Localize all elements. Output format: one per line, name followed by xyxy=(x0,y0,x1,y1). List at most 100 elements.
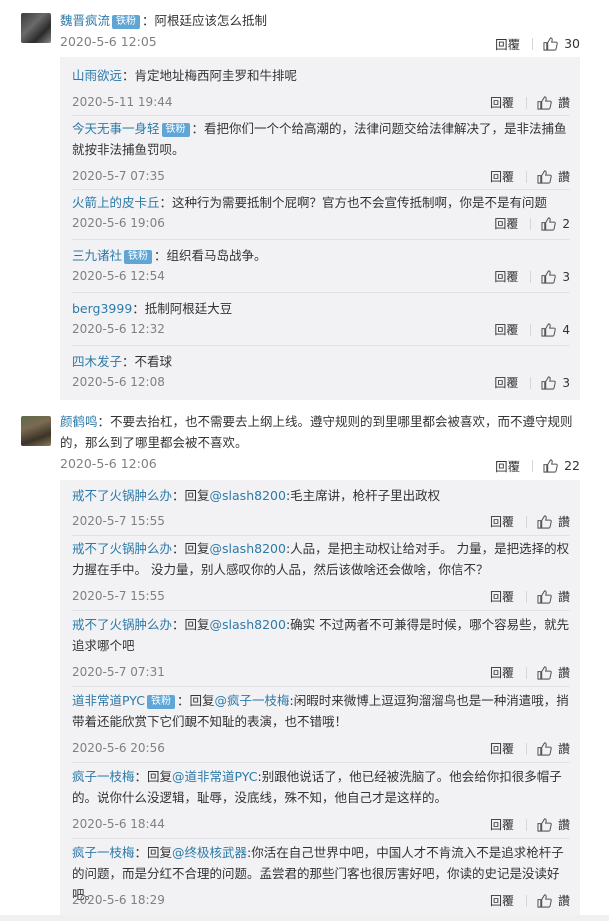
reply-author[interactable]: 戒不了火锅肿么办 xyxy=(72,541,172,556)
like-button[interactable]: 讚 xyxy=(537,816,570,833)
divider xyxy=(525,590,527,603)
divider xyxy=(72,535,570,536)
reply-time: 2020-5-6 18:44 xyxy=(72,817,165,831)
comment-meta: 2020-5-6 12:06 回覆 22 xyxy=(60,454,580,474)
reply-prefix: ：回复 xyxy=(176,693,215,708)
reply-body: ：这种行为需要抵制个屁啊？官方也不会宣传抵制啊，你是不是有问题 xyxy=(159,195,548,210)
reply-button[interactable]: 回覆 xyxy=(494,321,518,338)
list-item: 道非常道PYC 铁粉 ：回复@疯子一枝梅:闲暇时来微博上逗逗狗溜溜鸟也是一种消遣哦，… xyxy=(72,690,570,763)
like-count: 讚 xyxy=(557,666,570,680)
reply-mention[interactable]: @疯子一枝梅 xyxy=(214,693,289,708)
like-count: 30 xyxy=(564,36,580,51)
thumbs-up-icon xyxy=(537,95,552,110)
reply-author[interactable]: 今天无事一身轻 xyxy=(72,121,160,136)
reply-mention[interactable]: @终极核武器 xyxy=(172,845,247,860)
fan-badge[interactable]: 铁粉 xyxy=(124,250,153,264)
reply-meta: 2020-5-6 12:08 回覆 3 xyxy=(72,373,570,391)
reply-time: 2020-5-6 18:29 xyxy=(72,893,165,907)
list-item: 戒不了火锅肿么办：回复@slash8200:毛主席讲，枪杆子里出政权 2020-… xyxy=(72,485,570,536)
reply-mention[interactable]: @slash8200 xyxy=(210,488,286,503)
reply-mention[interactable]: @slash8200 xyxy=(210,541,286,556)
reply-author[interactable]: 火箭上的皮卡丘 xyxy=(72,195,160,210)
reply-list: 戒不了火锅肿么办：回复@slash8200:毛主席讲，枪杆子里出政权 2020-… xyxy=(60,480,580,915)
like-count: 3 xyxy=(562,269,570,284)
like-count: 讚 xyxy=(557,590,570,604)
like-button[interactable]: 讚 xyxy=(537,740,570,757)
reply-text: 疯子一枝梅：回复@道非常道PYC:别跟他说话了，他已经被洗脑了。他会给你扣很多帽… xyxy=(72,766,570,808)
reply-body: ：抵制阿根廷大豆 xyxy=(132,301,233,316)
divider xyxy=(525,515,527,528)
divider xyxy=(525,666,527,679)
like-count: 2 xyxy=(562,216,570,231)
like-count: 22 xyxy=(564,458,580,473)
comment-body: ：不要去抬杠，也不需要去上纲上线。遵守规则的到里哪里都会被喜欢，而不遵守规则的，… xyxy=(60,414,573,450)
like-button[interactable]: 4 xyxy=(541,323,570,337)
reply-text: 戒不了火锅肿么办：回复@slash8200:确实 不过两者不可兼得是时候，哪个容… xyxy=(72,614,570,656)
reply-button[interactable]: 回覆 xyxy=(490,94,514,111)
thumbs-up-icon xyxy=(541,375,557,390)
fan-badge[interactable]: 铁粉 xyxy=(112,15,141,29)
fan-badge[interactable]: 铁粉 xyxy=(146,695,175,709)
reply-button[interactable]: 回覆 xyxy=(494,215,518,232)
reply-meta: 2020-5-6 18:29 回覆 讚 xyxy=(72,891,570,909)
reply-button[interactable]: 回覆 xyxy=(490,816,514,833)
reply-button[interactable]: 回覆 xyxy=(494,374,518,391)
divider xyxy=(72,239,570,240)
like-button[interactable]: 讚 xyxy=(537,664,570,681)
reply-button[interactable]: 回覆 xyxy=(495,456,520,475)
reply-author[interactable]: 山雨欲远 xyxy=(72,68,122,83)
like-button[interactable]: 讚 xyxy=(537,513,570,530)
fan-badge[interactable]: 铁粉 xyxy=(161,123,190,137)
reply-button[interactable]: 回覆 xyxy=(490,588,514,605)
reply-mention[interactable]: @道非常道PYC xyxy=(172,769,257,784)
thumbs-up-icon xyxy=(537,817,552,832)
thumbs-up-icon xyxy=(537,514,552,529)
like-button[interactable]: 2 xyxy=(541,217,570,231)
like-button[interactable]: 讚 xyxy=(537,892,570,909)
reply-author[interactable]: 道非常道PYC xyxy=(72,693,145,708)
list-item: 三九诸社 铁粉 ：组织看马岛战争。 2020-5-6 12:54 回覆 3 xyxy=(72,245,570,293)
reply-body: ：不看球 xyxy=(122,354,173,369)
avatar[interactable] xyxy=(21,13,51,43)
reply-meta: 2020-5-6 12:54 回覆 3 xyxy=(72,267,570,285)
like-button[interactable]: 3 xyxy=(541,376,570,390)
divider xyxy=(72,610,570,611)
divider xyxy=(72,189,570,190)
comment-meta: 2020-5-6 12:05 回覆 30 xyxy=(60,32,580,52)
like-button[interactable]: 30 xyxy=(543,36,580,51)
avatar[interactable] xyxy=(21,416,51,446)
reply-button[interactable]: 回覆 xyxy=(490,513,514,530)
reply-button[interactable]: 回覆 xyxy=(490,664,514,681)
thumbs-up-icon xyxy=(543,458,558,473)
like-button[interactable]: 3 xyxy=(541,270,570,284)
like-button[interactable]: 讚 xyxy=(537,94,570,111)
reply-author[interactable]: 三九诸社 xyxy=(72,248,122,263)
reply-mention[interactable]: @slash8200 xyxy=(210,617,286,632)
reply-author[interactable]: 戒不了火锅肿么办 xyxy=(72,617,172,632)
like-button[interactable]: 讚 xyxy=(537,588,570,605)
reply-button[interactable]: 回覆 xyxy=(490,168,514,185)
comment-author[interactable]: 魏晋疯流 xyxy=(60,13,110,28)
reply-author[interactable]: 疯子一枝梅 xyxy=(72,845,135,860)
reply-author[interactable]: 戒不了火锅肿么办 xyxy=(72,488,172,503)
thumbs-up-icon xyxy=(541,322,557,337)
reply-button[interactable]: 回覆 xyxy=(490,740,514,757)
like-button[interactable]: 22 xyxy=(543,458,580,473)
reply-button[interactable]: 回覆 xyxy=(495,34,520,53)
reply-time: 2020-5-7 15:55 xyxy=(72,514,165,528)
reply-body: ：组织看马岛战争。 xyxy=(154,248,267,263)
divider xyxy=(530,376,532,389)
comment-author[interactable]: 颜鹤鸣 xyxy=(60,414,98,429)
like-button[interactable]: 讚 xyxy=(537,168,570,185)
reply-author[interactable]: 疯子一枝梅 xyxy=(72,769,135,784)
reply-body: :毛主席讲，枪杆子里出政权 xyxy=(285,488,441,503)
thumbs-up-icon xyxy=(537,893,552,908)
thumbs-up-icon xyxy=(543,36,558,51)
reply-button[interactable]: 回覆 xyxy=(490,892,514,909)
reply-author[interactable]: 四木发子 xyxy=(72,354,122,369)
reply-meta: 2020-5-7 07:35 回覆 讚 xyxy=(72,167,570,185)
list-item: 戒不了火锅肿么办：回复@slash8200:确实 不过两者不可兼得是时候，哪个容… xyxy=(72,614,570,687)
reply-author[interactable]: berg3999 xyxy=(72,301,132,316)
divider xyxy=(530,323,532,336)
reply-button[interactable]: 回覆 xyxy=(494,268,518,285)
